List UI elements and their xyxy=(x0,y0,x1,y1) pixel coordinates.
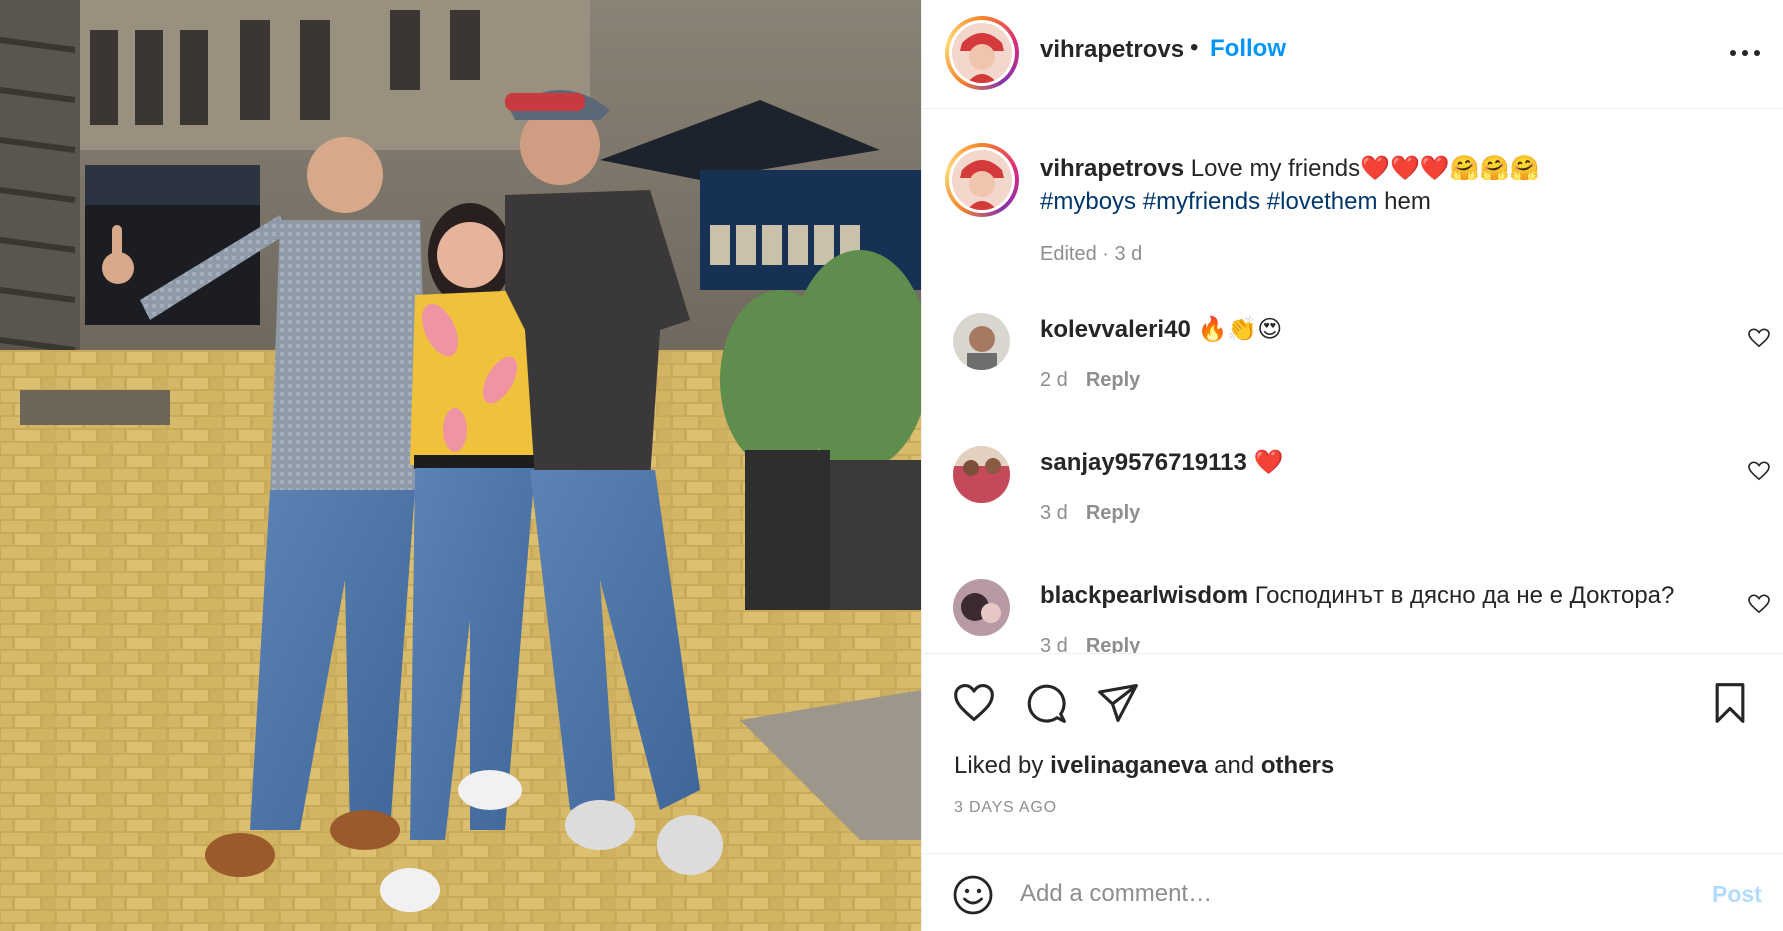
heart-icon[interactable] xyxy=(952,681,996,725)
comment-age: 3 d xyxy=(1040,635,1068,653)
comment-body: ❤️ xyxy=(1253,449,1284,476)
follow-button[interactable]: Follow xyxy=(1210,35,1286,63)
comment-input[interactable] xyxy=(1020,872,1680,916)
comment-item: blackpearlwisdom Господинът в дясно да н… xyxy=(922,559,1783,653)
commenter-avatar[interactable] xyxy=(953,446,1010,503)
comments-list[interactable]: vihrapetrovs Love my friends❤️❤️❤️🤗🤗🤗 #m… xyxy=(922,110,1783,653)
reply-button[interactable]: Reply xyxy=(1086,635,1140,653)
caption-author-avatar[interactable] xyxy=(945,143,1019,217)
comment-age: 2 d xyxy=(1040,369,1068,391)
author-username[interactable]: vihrapetrovs xyxy=(1040,36,1184,64)
header-separator: • xyxy=(1190,34,1199,61)
comment-item: kolevvaleri40 🔥👏😍 2 d Reply xyxy=(922,293,1783,423)
post-comment-button[interactable]: Post xyxy=(1712,881,1762,908)
caption-text: vihrapetrovs Love my friends❤️❤️❤️🤗🤗🤗 #m… xyxy=(1040,152,1740,218)
caption-username[interactable]: vihrapetrovs xyxy=(1040,155,1184,182)
comment-body: Господинът в дясно да не е Доктора? xyxy=(1254,582,1675,609)
share-icon[interactable] xyxy=(1096,681,1140,725)
liked-user[interactable]: ivelinaganeva xyxy=(1050,752,1207,779)
post-actions: Liked by ivelinaganeva and others 3 DAYS… xyxy=(922,653,1783,853)
commenter-username[interactable]: blackpearlwisdom xyxy=(1040,582,1248,609)
comment-item: sanjay9576719113 ❤️ 3 d Reply xyxy=(922,426,1783,556)
post-timestamp[interactable]: 3 DAYS AGO xyxy=(954,799,1057,817)
author-avatar[interactable] xyxy=(945,16,1019,90)
likes-summary: Liked by ivelinaganeva and others xyxy=(954,752,1334,780)
commenter-username[interactable]: kolevvaleri40 xyxy=(1040,316,1191,343)
post-side-panel: vihrapetrovs • Follow vihrapetrovs Love … xyxy=(921,0,1783,931)
comment-meta: 3 d Reply xyxy=(1040,635,1140,653)
comment-meta: 3 d Reply xyxy=(1040,502,1140,525)
commenter-avatar[interactable] xyxy=(953,313,1010,370)
comment-text: kolevvaleri40 🔥👏😍 xyxy=(1040,313,1282,346)
like-comment-heart-icon[interactable] xyxy=(1748,594,1770,614)
like-comment-heart-icon[interactable] xyxy=(1748,328,1770,348)
hashtag-myboys[interactable]: #myboys xyxy=(1040,188,1136,215)
emoji-smile-icon[interactable] xyxy=(952,874,994,916)
liked-others-link[interactable]: others xyxy=(1261,752,1334,779)
comment-meta: 2 d Reply xyxy=(1040,369,1140,392)
liked-and: and xyxy=(1214,752,1255,779)
commenter-username[interactable]: sanjay9576719113 xyxy=(1040,449,1247,476)
bookmark-icon[interactable] xyxy=(1708,681,1752,725)
commenter-avatar[interactable] xyxy=(953,579,1010,636)
caption-tail: hem xyxy=(1384,188,1431,215)
hashtag-lovethem[interactable]: #lovethem xyxy=(1267,188,1378,215)
reply-button[interactable]: Reply xyxy=(1086,369,1140,391)
caption-emojis: ❤️❤️❤️🤗🤗🤗 xyxy=(1360,155,1540,182)
comment-text: blackpearlwisdom Господинът в дясно да н… xyxy=(1040,579,1674,612)
comment-icon[interactable] xyxy=(1024,681,1068,725)
like-comment-heart-icon[interactable] xyxy=(1748,461,1770,481)
instagram-post: vihrapetrovs • Follow vihrapetrovs Love … xyxy=(0,0,1783,931)
caption-meta: Edited · 3 d xyxy=(1040,243,1143,265)
post-header: vihrapetrovs • Follow xyxy=(922,0,1783,109)
post-photo[interactable] xyxy=(0,0,921,931)
liked-prefix: Liked by xyxy=(954,752,1044,779)
comment-body: 🔥👏😍 xyxy=(1197,316,1283,343)
reply-button[interactable]: Reply xyxy=(1086,502,1140,524)
hashtag-myfriends[interactable]: #myfriends xyxy=(1143,188,1260,215)
comment-composer: Post xyxy=(922,853,1783,931)
caption-body: Love my friends xyxy=(1190,155,1361,182)
comment-text: sanjay9576719113 ❤️ xyxy=(1040,446,1283,479)
comment-age: 3 d xyxy=(1040,502,1068,524)
more-horizontal-icon[interactable] xyxy=(1730,50,1760,58)
